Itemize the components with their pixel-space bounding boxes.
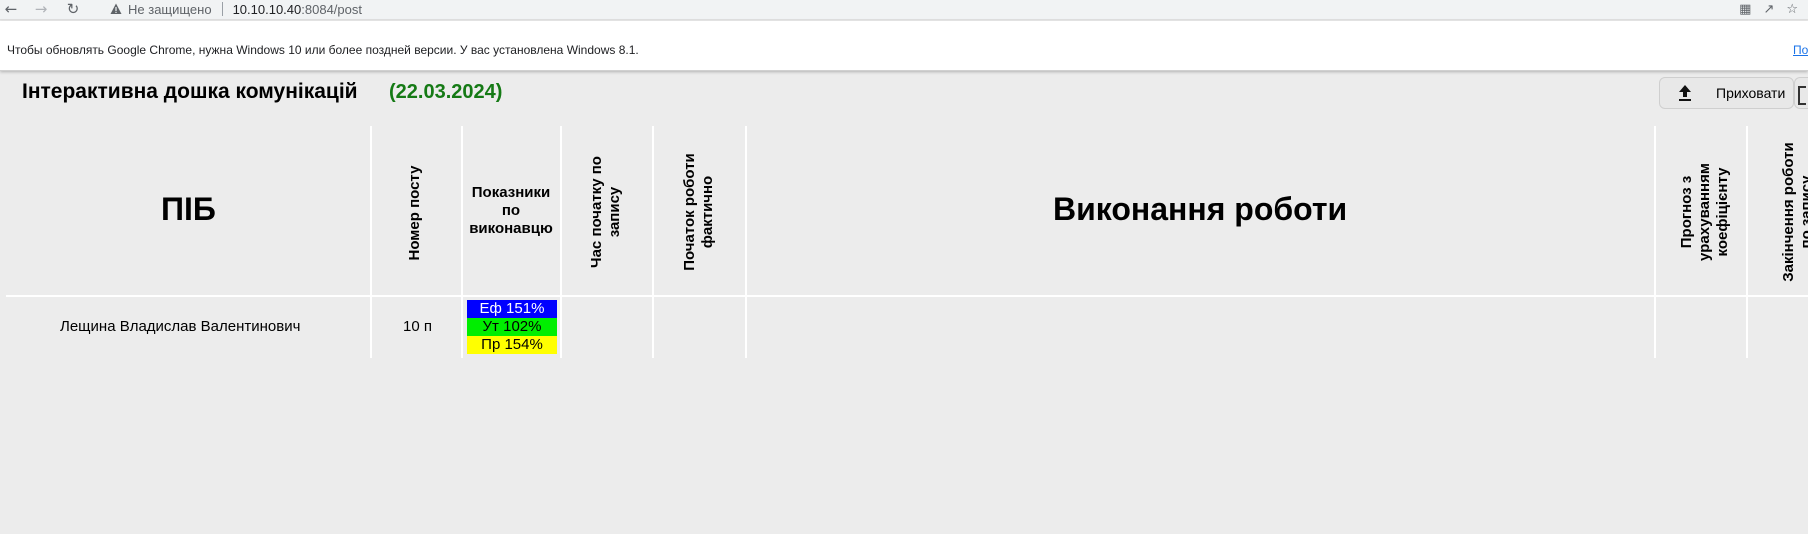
forward-arrow-icon[interactable]: →: [32, 0, 50, 18]
efficiency-badge: Еф 151%: [467, 300, 557, 318]
hide-button-label: Приховати: [1716, 85, 1786, 101]
header-forecast-line: коефіцієнту: [1714, 167, 1731, 257]
column-divider: [1746, 126, 1748, 358]
reload-icon[interactable]: ↻: [64, 0, 82, 18]
toolbar-actions: ▦ ↗ ☆: [1739, 0, 1798, 18]
header-work-progress: Виконання роботи: [1053, 191, 1348, 227]
header-planned-start-line: запису: [606, 186, 623, 238]
update-infobar: Чтобы обновлять Google Chrome, нужна Win…: [0, 21, 1808, 71]
column-divider: [1654, 126, 1656, 358]
infobar-link[interactable]: По: [1793, 43, 1808, 57]
header-indicators-line: Показники: [471, 184, 551, 201]
header-forecast-line: Прогноз з: [1678, 175, 1695, 249]
share-icon[interactable]: ↗: [1763, 2, 1774, 17]
back-arrow-icon[interactable]: ←: [2, 0, 20, 18]
extra-toolbar-button[interactable]: [1794, 77, 1808, 109]
header-planned-start-line: Час початку по: [588, 156, 605, 268]
header-forecast: Прогноз з урахуванням коефіцієнту: [1678, 137, 1732, 287]
column-divider: [560, 126, 562, 358]
header-indicators-line: виконавцю: [469, 220, 553, 237]
bookmark-star-icon[interactable]: ☆: [1786, 2, 1798, 17]
header-planned-start: Час початку по запису: [588, 137, 624, 287]
header-planned-end: Закінчення роботи по запису: [1780, 129, 1808, 295]
infobar-message: Чтобы обновлять Google Chrome, нужна Win…: [7, 43, 639, 57]
row-post-number: 10 п: [403, 318, 432, 335]
warning-icon[interactable]: [110, 3, 122, 15]
header-post-number: Номер посту: [406, 165, 423, 261]
page-title: Інтерактивна дошка комунікацій: [22, 80, 358, 103]
header-indicators: Показники по виконавцю: [463, 184, 559, 238]
hide-button[interactable]: Приховати: [1659, 77, 1794, 109]
header-planned-end-line: Закінчення роботи: [1780, 142, 1797, 282]
utilization-badge: Ут 102%: [467, 318, 557, 336]
address-separator: [221, 2, 223, 16]
browser-toolbar: ← → ↻ Не защищено 10.10.10.40:8084/post …: [0, 0, 1808, 20]
header-row-divider: [6, 295, 1808, 297]
column-divider: [745, 126, 747, 358]
header-name: ПІБ: [161, 191, 216, 227]
translate-icon[interactable]: ▦: [1739, 2, 1751, 17]
header-planned-end-line: по запису: [1798, 175, 1808, 249]
url-host: 10.10.10.40: [232, 1, 302, 17]
column-divider: [370, 126, 372, 358]
url-path: :8084/post: [301, 1, 362, 17]
header-actual-start: Початок роботи фактично: [681, 137, 717, 287]
productivity-badge: Пр 154%: [467, 336, 557, 354]
header-forecast-line: урахуванням: [1696, 163, 1713, 261]
column-divider: [461, 126, 463, 358]
security-status-label[interactable]: Не защищено: [128, 2, 212, 17]
page-date: (22.03.2024): [389, 81, 503, 103]
address-bar[interactable]: Не защищено 10.10.10.40:8084/post: [98, 0, 1698, 18]
header-actual-start-line: фактично: [699, 175, 716, 249]
column-divider: [652, 126, 654, 358]
header-indicators-line: по: [501, 202, 521, 219]
row-name: Лещина Владислав Валентинович: [60, 318, 301, 335]
header-actual-start-line: Початок роботи: [681, 153, 698, 271]
upload-icon: [1679, 85, 1691, 101]
